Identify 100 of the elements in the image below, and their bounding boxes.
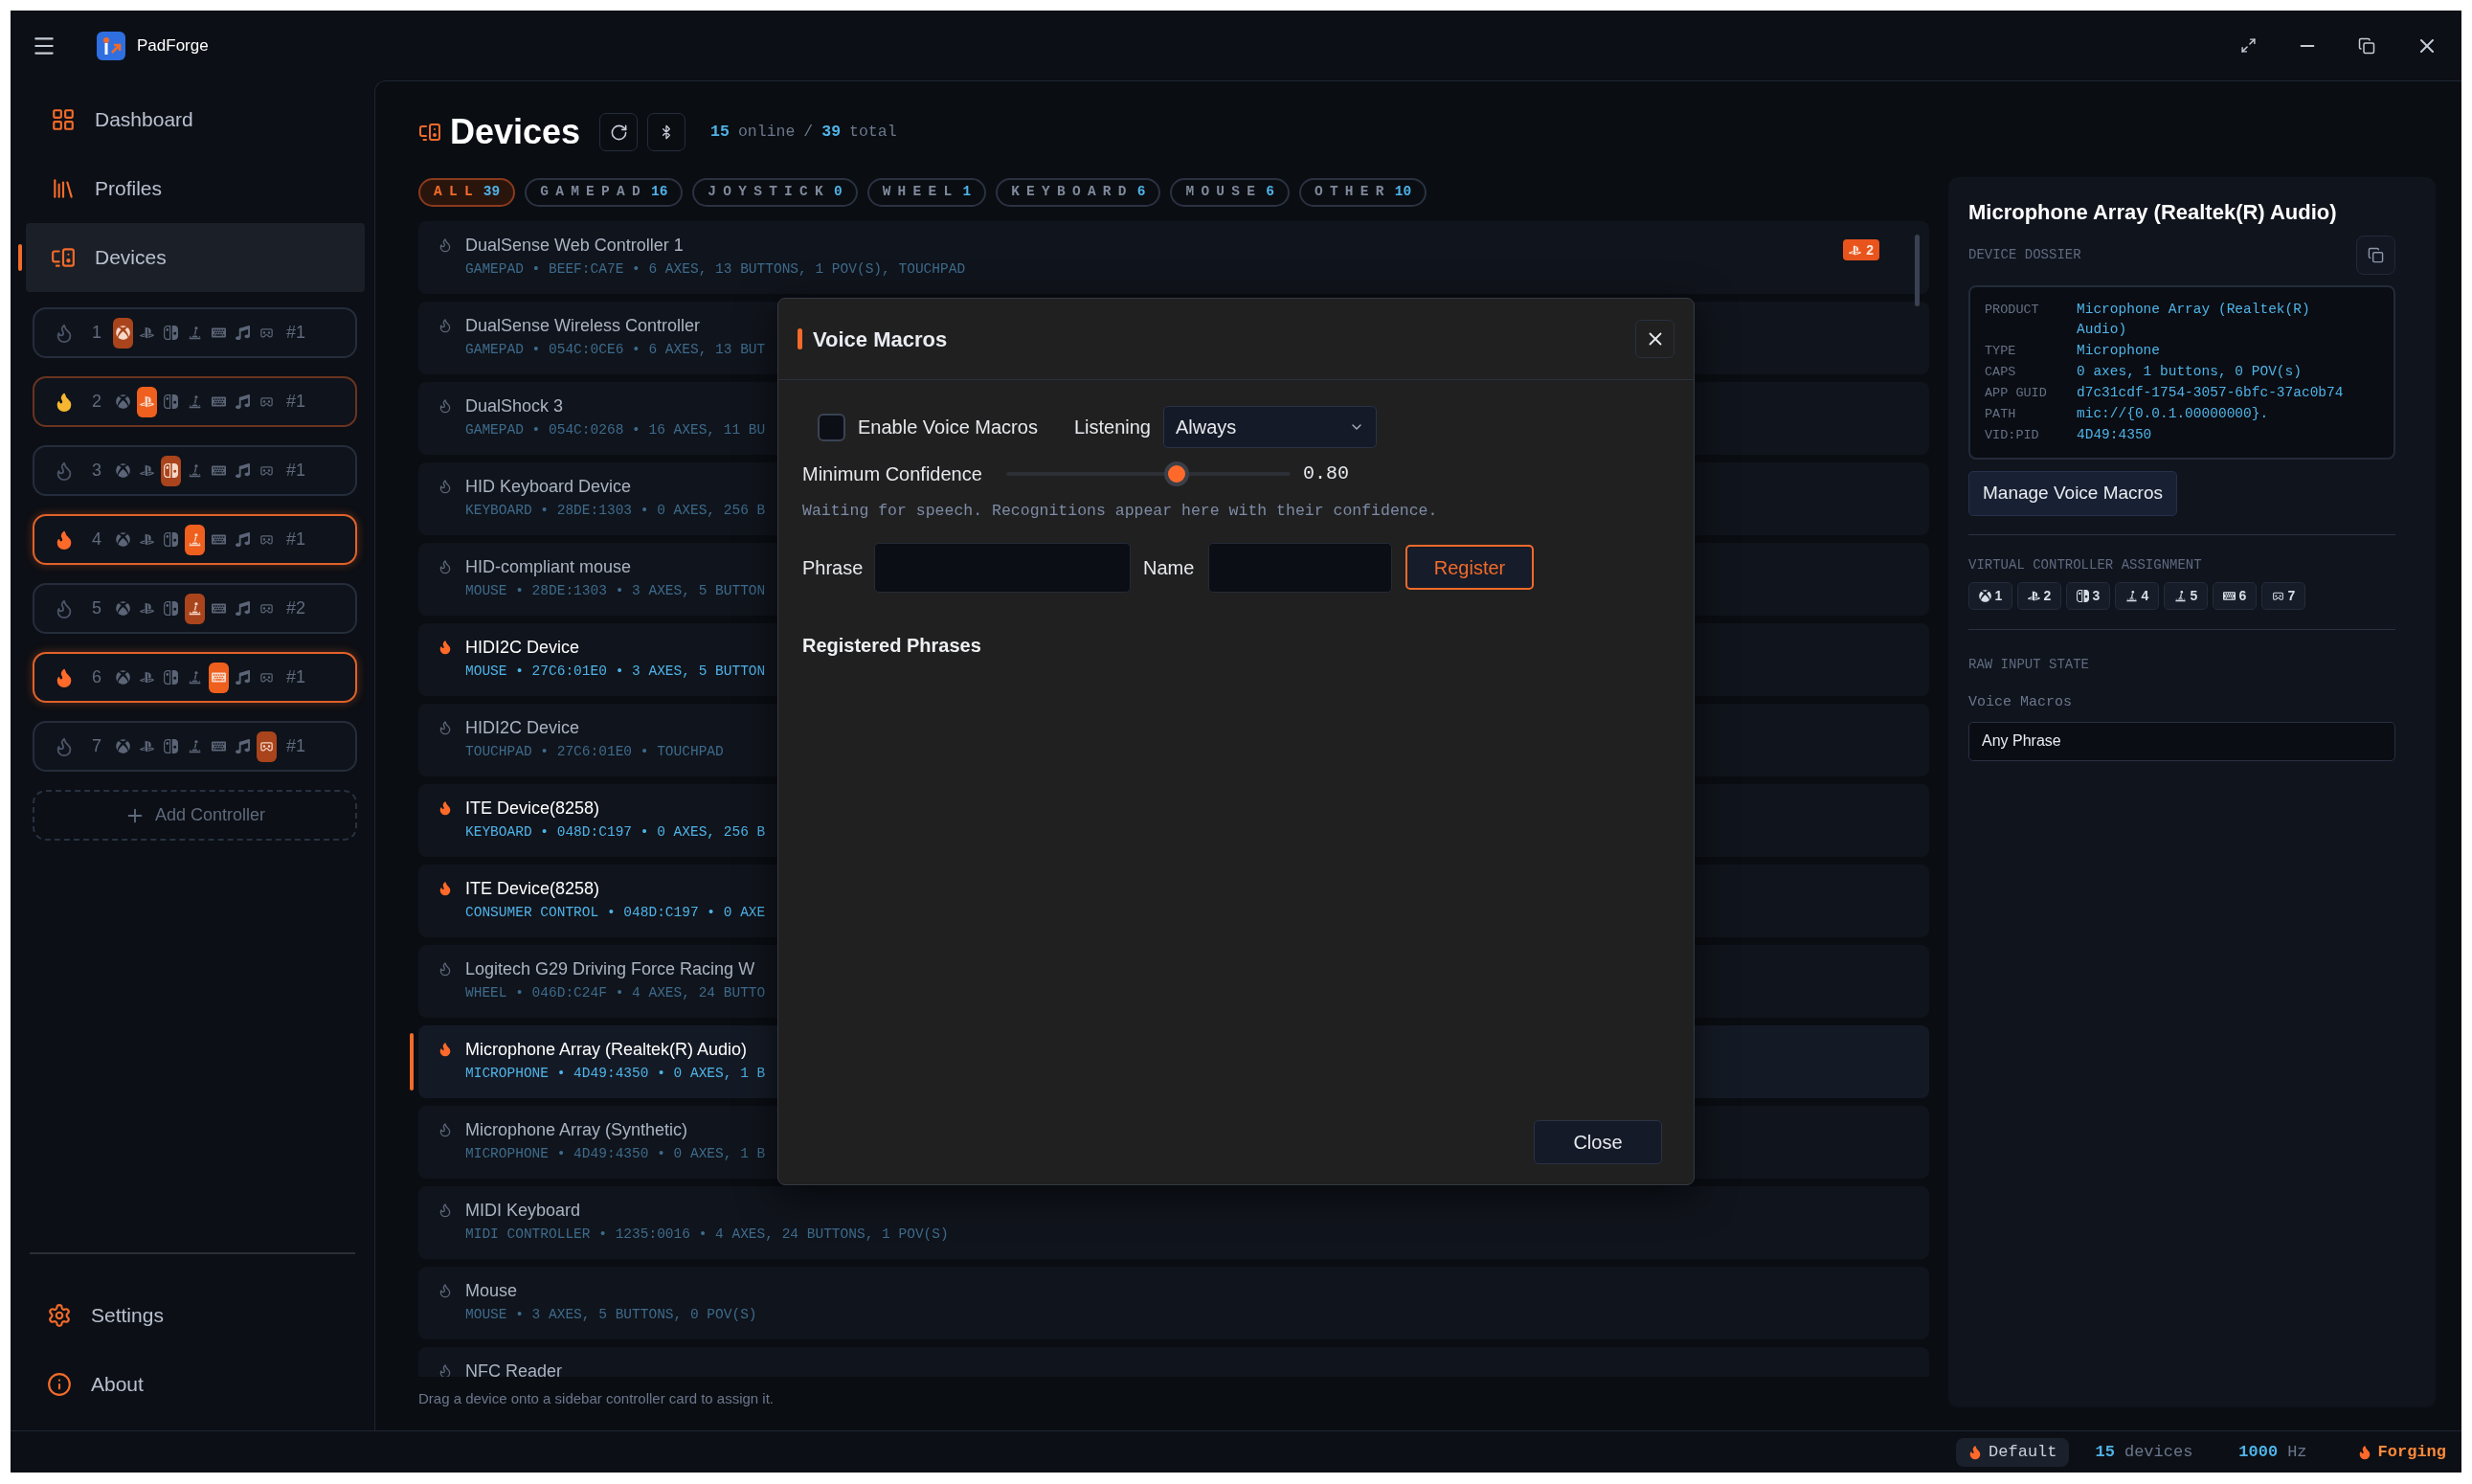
device-row[interactable]: MIDI Keyboard MIDI CONTROLLER • 1235:0016 • 4 AXES, 24 BUTTONS, 1 POV(S)	[418, 1186, 1929, 1259]
keyboard-icon	[212, 601, 226, 616]
music-notes-icon	[236, 532, 250, 547]
section-label: RAW INPUT STATE	[1968, 656, 2091, 674]
manage-voice-macros-button[interactable]: Manage Voice Macros	[1968, 471, 2177, 516]
device-row[interactable]: NFC Reader	[418, 1347, 1929, 1377]
slot-number: 4	[92, 528, 102, 551]
switch-console-icon	[164, 532, 178, 547]
instance-label: #1	[286, 391, 306, 413]
ps-logo-icon	[140, 394, 154, 409]
filter-chip[interactable]: KEYBOARD 6	[996, 178, 1161, 207]
flame-icon	[438, 640, 453, 655]
keyboard-icon	[212, 532, 226, 547]
bluetooth-button[interactable]	[647, 113, 686, 151]
assignment-chip[interactable]: 3	[2066, 582, 2110, 610]
filter-chip[interactable]: MOUSE 6	[1170, 178, 1290, 207]
dossier-value: Microphone	[2077, 342, 2161, 360]
copy-button[interactable]	[2356, 236, 2395, 275]
nav-item[interactable]: Settings	[11, 1281, 374, 1350]
device-name: Logitech G29 Driving Force Racing W	[465, 958, 755, 980]
nav-item[interactable]: Profiles	[26, 154, 365, 223]
name-label: Name	[1143, 555, 1196, 580]
flame-icon	[438, 800, 453, 816]
copy-icon	[2368, 247, 2384, 263]
assignment-chip[interactable]: 5	[2164, 582, 2208, 610]
voice-macros-field[interactable]: Any Phrase	[1968, 721, 2395, 761]
device-details: GAMEPAD • 054C:0CE6 • 6 AXES, 13 BUT	[465, 341, 766, 358]
confidence-slider[interactable]	[1006, 461, 1291, 486]
slot-number: 1	[92, 322, 102, 344]
count-separator: /	[803, 121, 814, 143]
device-row[interactable]: DualSense Web Controller 1 GAMEPAD • BEEF:CA7E • 6 AXES, 13 BUTTONS, 1 POV(S), TOUCHPAD 2	[418, 221, 1929, 294]
name-field[interactable]	[1208, 542, 1392, 593]
chip-number: 7	[2287, 587, 2296, 605]
profile-pill[interactable]: Default	[1956, 1437, 2069, 1467]
register-button[interactable]: Register	[1405, 545, 1534, 591]
assignment-chip[interactable]: 4	[2115, 582, 2159, 610]
chip-count: 1	[962, 183, 972, 202]
monitor-speaker-icon	[51, 245, 76, 270]
chip-number: 2	[2043, 587, 2052, 605]
goggles-icon	[259, 463, 274, 478]
device-details: MOUSE • 27C6:01E0 • 3 AXES, 5 BUTTON	[465, 663, 766, 680]
confidence-reading: 0.80	[1303, 461, 1349, 486]
music-notes-icon	[236, 394, 250, 409]
assignment-chip[interactable]: 1	[1968, 582, 2012, 610]
music-notes-icon	[236, 463, 250, 478]
slider-thumb[interactable]	[1164, 461, 1190, 486]
refresh-button[interactable]	[599, 113, 639, 151]
scrollbar-thumb[interactable]	[1915, 235, 1920, 306]
device-details: KEYBOARD • 048D:C197 • 0 AXES, 256 B	[465, 823, 766, 841]
panel-title: Microphone Array (Realtek(R) Audio)	[1968, 199, 2338, 226]
instance-label: #1	[286, 322, 306, 344]
switch-console-icon	[164, 326, 178, 340]
music-notes-icon	[236, 739, 250, 753]
filter-chip[interactable]: ALL 39	[418, 178, 516, 207]
filter-chip[interactable]: OTHER 10	[1298, 178, 1427, 207]
device-name: Microphone Array (Realtek(R) Audio)	[465, 1039, 748, 1061]
chip-label: KEYBOARD	[1011, 183, 1134, 202]
device-details: MICROPHONE • 4D49:4350 • 0 AXES, 1 B	[465, 1065, 766, 1082]
nav-item[interactable]: About	[11, 1350, 374, 1419]
nav-item[interactable]: Devices	[26, 223, 365, 292]
flame-icon	[438, 237, 453, 253]
nav-label: Profiles	[95, 176, 163, 202]
add-controller-label: Add Controller	[154, 804, 266, 826]
phrase-label: Phrase	[802, 555, 865, 580]
expand-icon[interactable]	[2240, 37, 2257, 54]
assignment-chip[interactable]: 2	[2017, 582, 2061, 610]
ps-logo-icon	[140, 463, 154, 478]
instance-label: #1	[286, 528, 306, 551]
listening-select[interactable]: Always	[1162, 406, 1377, 448]
assignment-chip[interactable]: 7	[2261, 582, 2305, 610]
restore-icon[interactable]	[2358, 36, 2375, 55]
x-logo-icon	[116, 394, 130, 409]
chip-label: ALL	[434, 183, 480, 202]
settings-icon	[47, 1303, 72, 1328]
close-button[interactable]	[1635, 320, 1674, 358]
flame-icon	[438, 559, 453, 574]
filter-chip[interactable]: GAMEPAD 16	[525, 178, 684, 207]
engine-state: Forging	[2377, 1441, 2446, 1463]
dossier-value: 4D49:4350	[2077, 426, 2153, 444]
enable-checkbox[interactable]	[818, 413, 845, 441]
goggles-icon	[259, 532, 274, 547]
chip-number: 1	[1994, 587, 2003, 605]
nav-label: About	[91, 1372, 144, 1398]
flame-icon	[438, 1283, 453, 1298]
device-details: WHEEL • 046D:C24F • 4 AXES, 24 BUTTO	[465, 984, 766, 1001]
chip-label: WHEEL	[882, 183, 959, 202]
filter-chip[interactable]: JOYSTICK 0	[692, 178, 858, 207]
filter-chip[interactable]: WHEEL 1	[866, 178, 987, 207]
online-label: online	[737, 121, 796, 143]
device-row[interactable]: Mouse MOUSE • 3 AXES, 5 BUTTONS, 0 POV(S)	[418, 1267, 1929, 1339]
drag-hint: Drag a device onto a sidebar controller card to assign it.	[417, 1389, 775, 1408]
grid-icon	[51, 107, 76, 132]
assignment-chip[interactable]: 6	[2213, 582, 2257, 610]
close-dialog-button[interactable]: Close	[1534, 1120, 1662, 1164]
goggles-icon	[259, 394, 274, 409]
phrase-field[interactable]	[874, 542, 1131, 593]
x-logo-icon	[116, 532, 130, 547]
nav-item[interactable]: Dashboard	[26, 85, 365, 154]
add-controller-button[interactable]: Add Controller	[33, 790, 357, 841]
switch-console-icon	[164, 463, 178, 478]
